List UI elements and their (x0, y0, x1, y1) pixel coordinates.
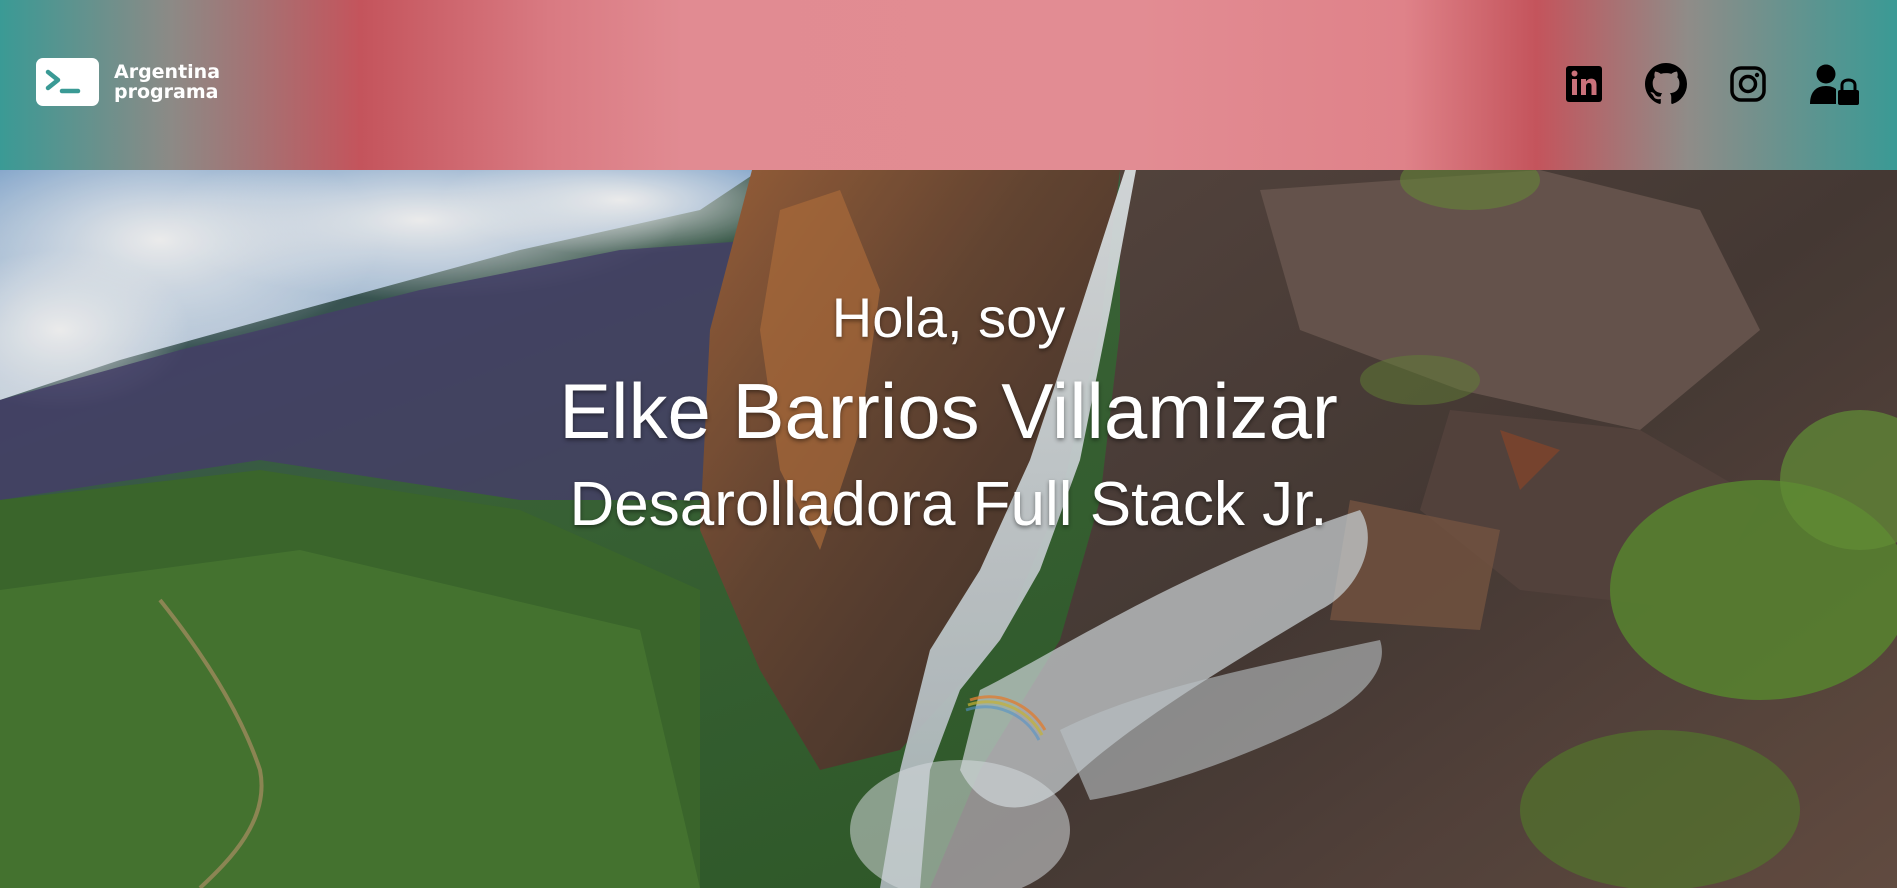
hero-role: Desarolladora Full Stack Jr. (569, 470, 1328, 539)
hero-text-block: Hola, soy Elke Barrios Villamizar Desaro… (0, 170, 1897, 888)
argentina-programa-logo[interactable]: Argentina programa (36, 58, 220, 106)
site-header: Argentina programa (0, 0, 1897, 170)
logo-text: Argentina programa (114, 62, 220, 102)
hero-greeting: Hola, soy (831, 286, 1066, 349)
instagram-icon[interactable] (1727, 63, 1769, 105)
hero-section: Hola, soy Elke Barrios Villamizar Desaro… (0, 170, 1897, 888)
logo-line-1: Argentina (114, 61, 221, 83)
linkedin-icon[interactable] (1563, 63, 1605, 105)
github-icon[interactable] (1645, 63, 1687, 105)
logo-line-2: programa (114, 81, 219, 103)
hero-name: Elke Barrios Villamizar (559, 367, 1338, 455)
terminal-prompt-icon (36, 58, 99, 106)
social-nav (1563, 63, 1861, 105)
user-lock-icon[interactable] (1809, 63, 1861, 105)
